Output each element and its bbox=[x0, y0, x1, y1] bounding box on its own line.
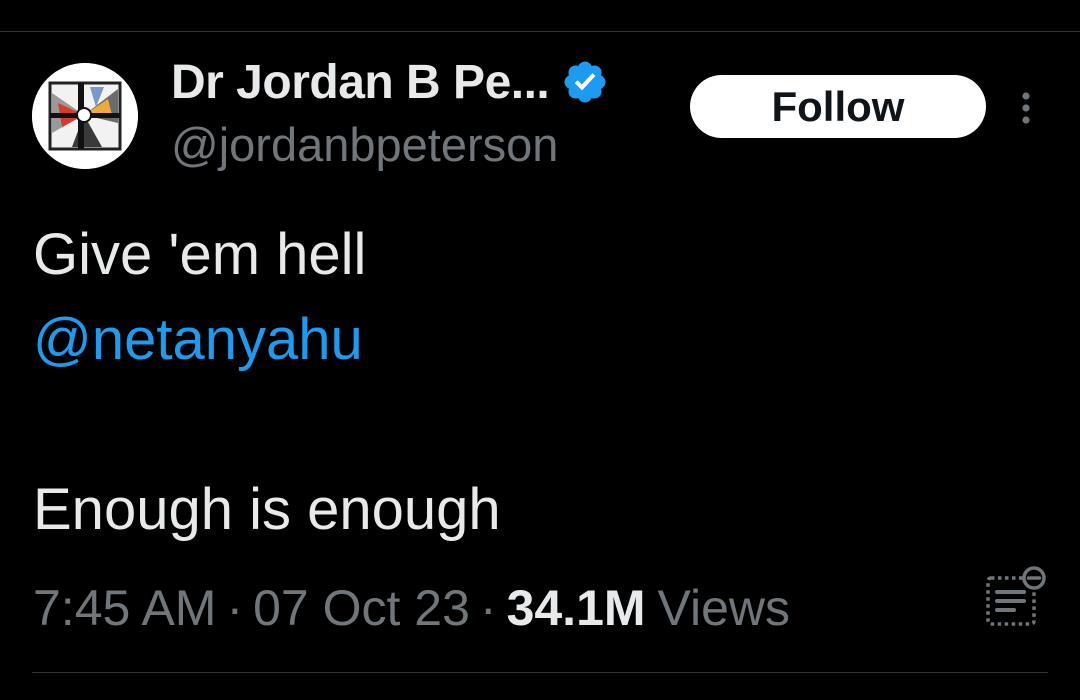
post-analytics-button[interactable] bbox=[984, 566, 1050, 630]
tweet-date[interactable]: 07 Oct 23 bbox=[253, 579, 470, 637]
views-count: 34.1M bbox=[506, 580, 646, 636]
author-avatar[interactable] bbox=[32, 63, 138, 169]
meta-separator: · bbox=[479, 580, 497, 636]
author-name-row: Dr Jordan B Pe... bbox=[171, 52, 609, 112]
tweet-line-3: Enough is enough bbox=[33, 477, 501, 542]
tweet-text: Give 'em hell @netanyahu Enough is enoug… bbox=[33, 212, 1033, 552]
post-analytics-icon bbox=[986, 566, 1046, 626]
views-label: Views bbox=[657, 580, 791, 636]
tweet-time[interactable]: 7:45 AM bbox=[33, 579, 216, 637]
meta-separator: · bbox=[226, 580, 244, 636]
follow-button[interactable]: Follow bbox=[690, 75, 986, 138]
verified-badge-icon[interactable] bbox=[561, 58, 609, 106]
tweet-line-1: Give 'em hell bbox=[33, 222, 367, 287]
author-handle[interactable]: @jordanbpeterson bbox=[171, 117, 558, 172]
bottom-divider bbox=[32, 672, 1048, 673]
mention-link[interactable]: @netanyahu bbox=[33, 307, 363, 372]
avatar-image bbox=[32, 63, 138, 169]
more-options-button[interactable] bbox=[1010, 86, 1042, 130]
more-options-icon bbox=[1022, 92, 1030, 124]
top-divider bbox=[0, 31, 1080, 32]
author-display-name[interactable]: Dr Jordan B Pe... bbox=[171, 55, 550, 110]
tweet-meta: 7:45 AM · 07 Oct 23 · 34.1M Views bbox=[33, 576, 790, 640]
